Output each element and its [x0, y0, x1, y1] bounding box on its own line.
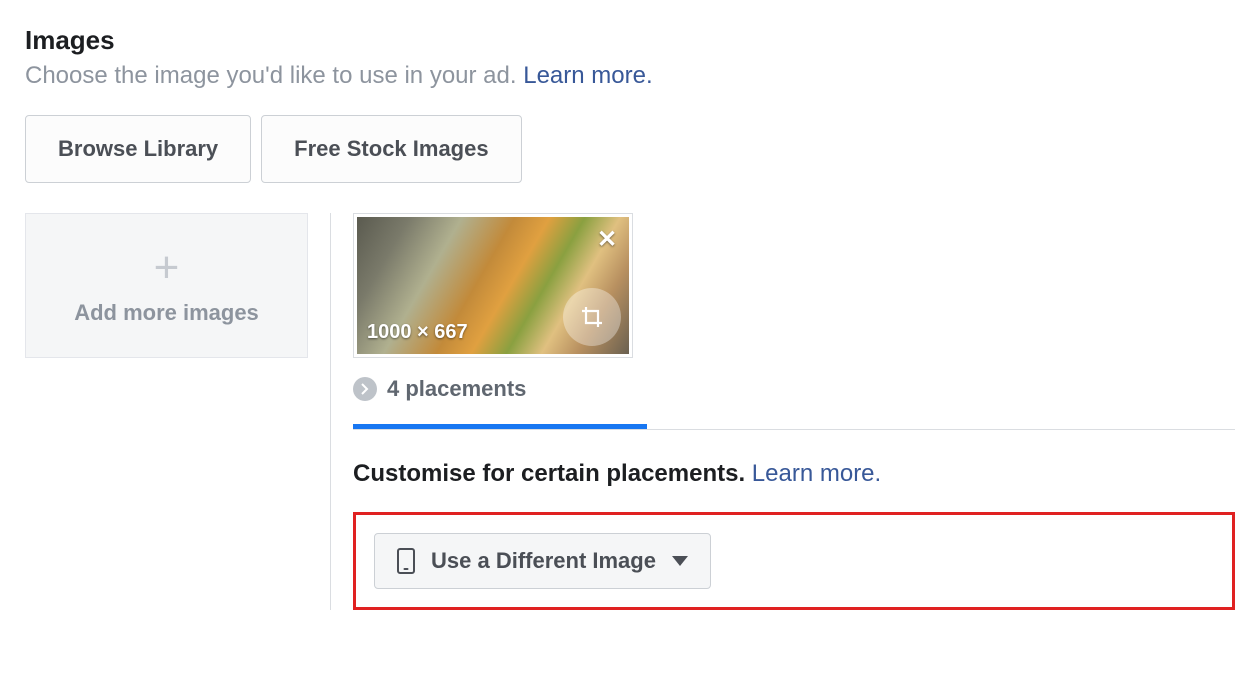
free-stock-images-button[interactable]: Free Stock Images: [261, 115, 521, 183]
dropdown-label: Use a Different Image: [431, 548, 656, 574]
highlight-box: Use a Different Image: [353, 512, 1235, 610]
crop-icon: [580, 305, 604, 329]
remove-image-button[interactable]: ✕: [593, 225, 621, 253]
customise-line: Customise for certain placements. Learn …: [353, 460, 1235, 488]
mobile-device-icon: [397, 548, 415, 574]
placements-count: 4 placements: [387, 376, 526, 402]
close-icon: ✕: [597, 225, 617, 254]
chevron-down-icon: [672, 556, 688, 566]
section-desc-text: Choose the image you'd like to use in yo…: [25, 62, 517, 89]
horizontal-divider: [353, 429, 1235, 430]
placements-row[interactable]: 4 placements: [353, 376, 526, 402]
browse-library-button[interactable]: Browse Library: [25, 115, 251, 183]
learn-more-link[interactable]: Learn more.: [523, 62, 652, 89]
thumbnail-image: ✕ 1000 × 667: [357, 217, 629, 354]
use-different-image-dropdown[interactable]: Use a Different Image: [374, 533, 711, 589]
arrow-right-circle-icon: [353, 377, 377, 401]
plus-icon: +: [154, 246, 180, 290]
images-content-row: + Add more images ✕ 1000 × 667: [25, 213, 1235, 610]
crop-image-button[interactable]: [563, 288, 621, 346]
section-title: Images: [25, 25, 1235, 56]
customise-text: Customise for certain placements.: [353, 460, 745, 487]
add-more-images-button[interactable]: + Add more images: [25, 213, 308, 358]
image-thumbnail[interactable]: ✕ 1000 × 667: [353, 213, 633, 358]
image-dimensions: 1000 × 667: [367, 321, 468, 344]
preview-column: ✕ 1000 × 667 4 placements: [353, 213, 1235, 610]
library-button-row: Browse Library Free Stock Images: [25, 115, 1235, 183]
preview-tab[interactable]: ✕ 1000 × 667 4 placements: [353, 213, 1235, 429]
section-description: Choose the image you'd like to use in yo…: [25, 62, 1235, 90]
customise-learn-more-link[interactable]: Learn more.: [752, 460, 881, 487]
vertical-divider: [330, 213, 331, 610]
add-more-images-label: Add more images: [74, 300, 259, 326]
